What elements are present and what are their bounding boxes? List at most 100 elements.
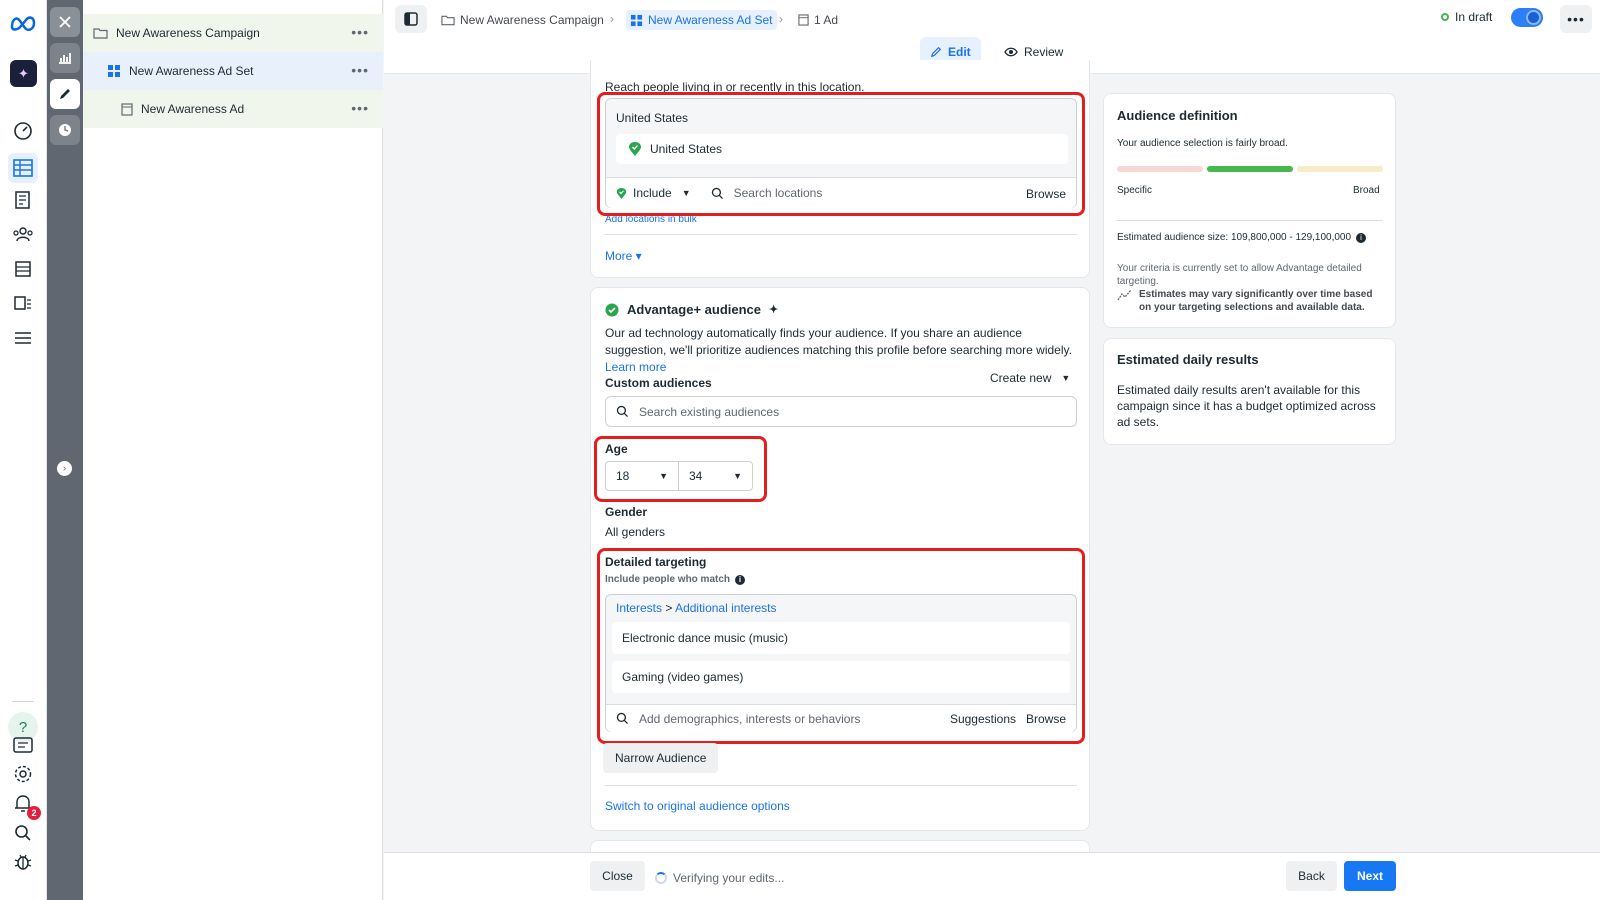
expand-panel-chevron-icon[interactable]: › <box>57 461 72 476</box>
draft-status: In draft <box>1441 10 1492 24</box>
caret-down-icon: ▼ <box>1061 373 1071 383</box>
highlight-location <box>597 92 1085 216</box>
tree-item-ad[interactable]: New Awareness Ad ••• <box>83 90 383 128</box>
switch-original-audience-link[interactable]: Switch to original audience options <box>605 799 790 813</box>
reporting-chart-icon[interactable] <box>50 43 80 73</box>
gender-label: Gender <box>605 505 648 519</box>
check-circle-icon <box>605 303 619 317</box>
account-avatar[interactable]: ✦ <box>10 60 37 87</box>
estimates-text: Estimates may vary significantly over ti… <box>1139 289 1373 313</box>
gender-value: All genders <box>605 525 666 539</box>
custom-audience-placeholder: Search existing audiences <box>639 404 780 419</box>
info-icon[interactable]: i <box>1356 232 1367 243</box>
search-icon <box>616 405 629 418</box>
ad-page-icon <box>798 14 809 26</box>
back-button[interactable]: Back <box>1286 861 1337 891</box>
header-more-button[interactable]: ••• <box>1560 5 1592 33</box>
tree-campaign-label: New Awareness Campaign <box>116 26 260 40</box>
breadcrumb-ad[interactable]: 1 Ad <box>798 10 838 30</box>
audience-size-text: Estimated audience size: 109,800,000 - 1… <box>1117 232 1352 243</box>
advantage-audience-label: Advantage+ audience <box>627 302 762 317</box>
report-bug-icon[interactable] <box>11 850 35 874</box>
campaign-more-options-icon[interactable]: ••• <box>351 24 369 40</box>
editor-mode-strip: › <box>47 0 83 900</box>
advantage-audience-title: Advantage+ audience ✦ <box>605 302 778 317</box>
daily-results-title: Estimated daily results <box>1117 352 1259 367</box>
bottom-action-bar <box>384 852 1600 900</box>
catalog-list-icon[interactable] <box>11 291 35 315</box>
audience-broad-text: Your audience selection is fairly broad. <box>1117 138 1288 149</box>
ad-more-options-icon[interactable]: ••• <box>351 100 369 116</box>
settings-gear-icon[interactable] <box>11 762 35 786</box>
rail-divider <box>12 701 34 702</box>
breadcrumb-chevron-icon: › <box>610 12 614 26</box>
ad-page-icon <box>121 102 133 116</box>
search-icon[interactable] <box>11 821 35 845</box>
more-options-link[interactable]: More ▾ <box>605 249 642 263</box>
audience-size-row: Estimated audience size: 109,800,000 - 1… <box>1117 232 1367 243</box>
breadcrumb-ad-label: 1 Ad <box>814 13 839 27</box>
draft-status-label: In draft <box>1455 10 1493 24</box>
meter-specific-segment <box>1117 166 1203 172</box>
billing-stack-icon[interactable] <box>11 257 35 281</box>
tab-review-label: Review <box>1024 45 1064 59</box>
breadcrumb-campaign-label: New Awareness Campaign <box>460 13 604 27</box>
eye-icon <box>1004 47 1018 57</box>
ads-manager-table-icon[interactable] <box>8 153 38 183</box>
advantage-description-text: Our ad technology automatically finds yo… <box>605 326 1072 357</box>
verifying-status: Verifying your edits... <box>673 871 785 885</box>
breadcrumb-adset-label: New Awareness Ad Set <box>648 13 773 27</box>
toggle-panel-icon[interactable] <box>395 5 427 33</box>
divider <box>1117 220 1383 221</box>
custom-audience-search-input[interactable]: Search existing audiences <box>605 396 1077 427</box>
loading-spinner-icon <box>655 872 667 884</box>
tab-edit-label: Edit <box>948 45 971 59</box>
create-new-dropdown[interactable]: Create new ▼ <box>990 371 1070 385</box>
custom-audiences-label: Custom audiences <box>605 376 712 390</box>
tree-item-adset[interactable]: New Awareness Ad Set ••• <box>83 52 383 90</box>
meter-specific-label: Specific <box>1117 185 1153 196</box>
breadcrumb-chevron-icon: › <box>779 12 783 26</box>
meter-fairly-broad-segment <box>1207 166 1293 172</box>
all-tools-menu-icon[interactable] <box>11 326 35 350</box>
tree-ad-label: New Awareness Ad <box>141 102 245 116</box>
criteria-text: Your criteria is currently set to allow … <box>1117 263 1362 287</box>
daily-results-text: Estimated daily results aren't available… <box>1117 383 1376 429</box>
meta-logo-icon[interactable] <box>9 12 37 34</box>
folder-icon <box>93 27 108 39</box>
audience-definition-title: Audience definition <box>1117 108 1238 123</box>
highlight-detailed-targeting <box>597 548 1085 744</box>
pencil-icon <box>930 46 942 58</box>
advantage-audience-description: Our ad technology automatically finds yo… <box>605 325 1075 376</box>
meter-broad-label: Broad <box>1353 185 1380 196</box>
highlight-age <box>594 436 767 502</box>
adset-enabled-toggle[interactable] <box>1511 8 1543 27</box>
meter-broad-segment <box>1297 166 1383 172</box>
trend-line-icon <box>1117 288 1133 314</box>
global-nav-rail: ✦ ? 2 <box>0 0 47 900</box>
audiences-people-icon[interactable] <box>11 222 35 246</box>
close-button[interactable]: Close <box>590 861 645 891</box>
adset-more-options-icon[interactable]: ••• <box>351 62 369 78</box>
news-feed-icon[interactable] <box>11 733 35 757</box>
learn-more-link[interactable]: Learn more <box>605 360 666 374</box>
campaign-tree-panel: New Awareness Campaign ••• New Awareness… <box>83 0 383 900</box>
divider <box>605 785 1077 786</box>
close-editor-icon[interactable] <box>50 7 80 37</box>
pages-document-icon[interactable] <box>11 188 35 212</box>
breadcrumb-adset[interactable]: New Awareness Ad Set <box>626 10 777 30</box>
estimates-note: Estimates may vary significantly over ti… <box>1117 288 1387 314</box>
dashboard-gauge-icon[interactable] <box>11 119 35 143</box>
notification-count-badge: 2 <box>27 806 41 820</box>
adset-grid-icon <box>630 14 643 27</box>
folder-icon <box>441 14 455 26</box>
adset-grid-icon <box>107 64 121 78</box>
next-button[interactable]: Next <box>1344 861 1396 891</box>
divider <box>605 234 1077 235</box>
breadcrumb-campaign[interactable]: New Awareness Campaign <box>441 10 604 30</box>
edit-pencil-icon[interactable] <box>50 79 80 109</box>
tree-item-campaign[interactable]: New Awareness Campaign ••• <box>83 14 383 52</box>
history-clock-icon[interactable] <box>50 115 80 145</box>
narrow-audience-button[interactable]: Narrow Audience <box>603 743 719 773</box>
draft-status-dot-icon <box>1441 13 1449 21</box>
